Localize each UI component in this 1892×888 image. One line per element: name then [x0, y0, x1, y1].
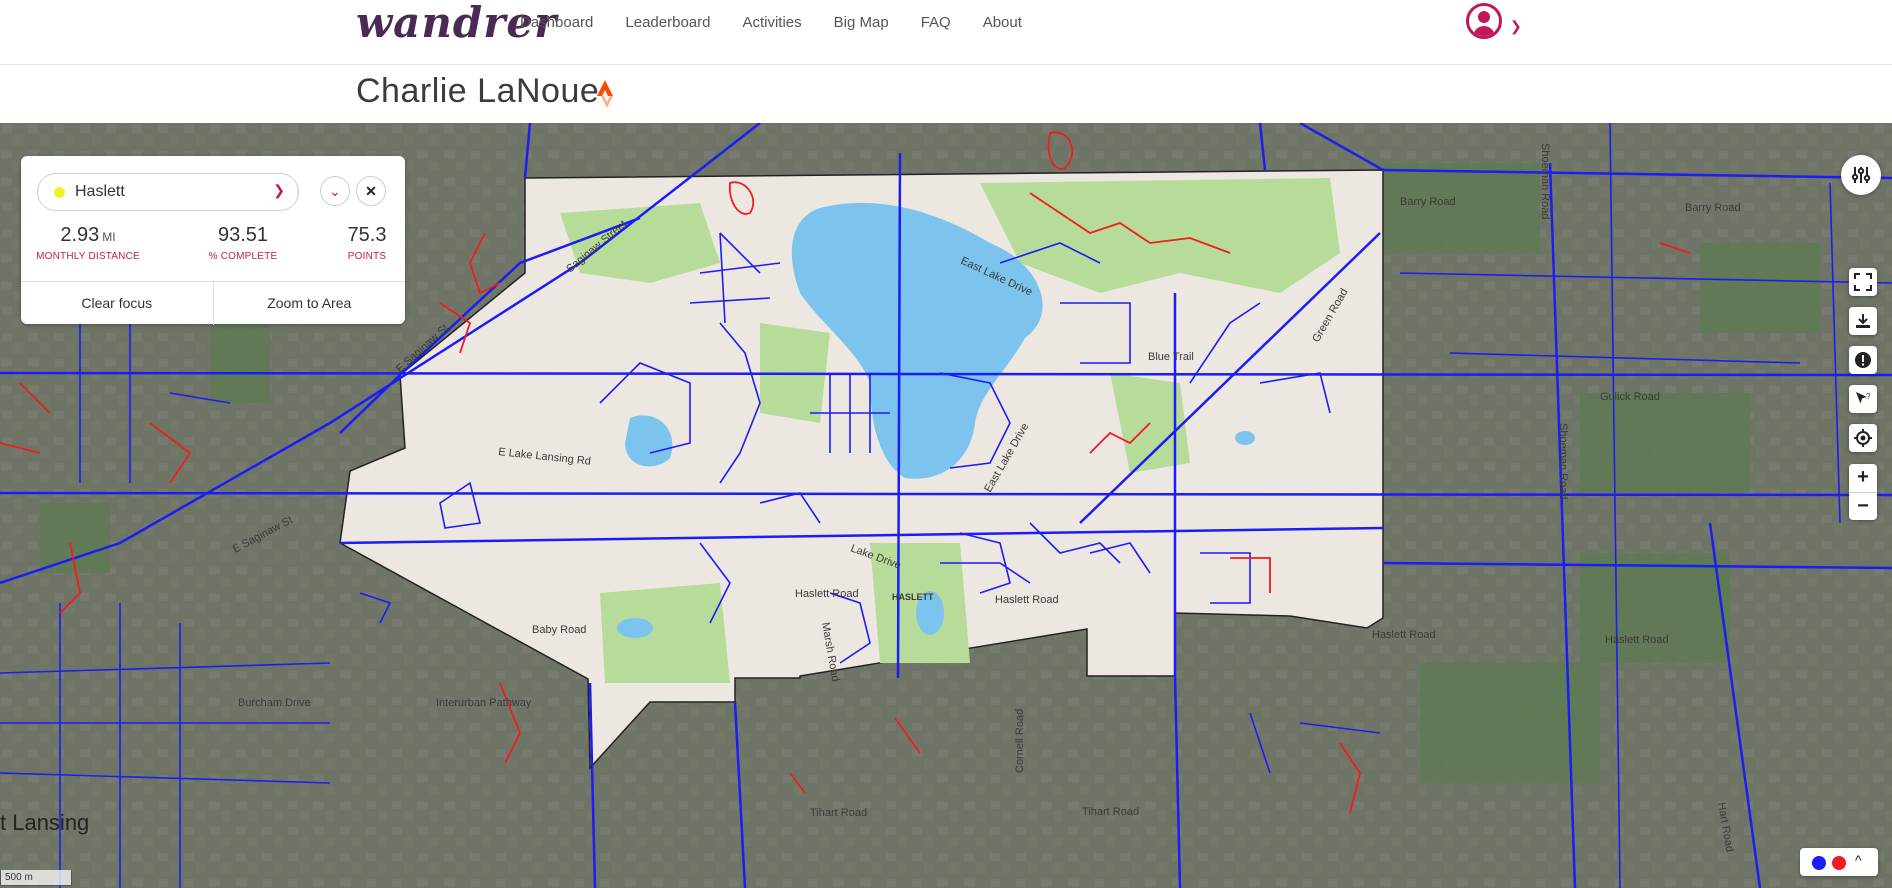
label-haslett-road-4: Haslett Road [1605, 634, 1669, 646]
nav-leaderboard[interactable]: Leaderboard [625, 14, 710, 31]
strava-icon[interactable] [596, 80, 620, 110]
label-gulick-road: Gulick Road [1600, 391, 1660, 403]
area-select-dropdown[interactable]: Haslett ❯ [37, 173, 299, 211]
label-interurban-pathway: Interurban Pathway [436, 697, 532, 709]
percent-complete-value: 93.51 [217, 224, 269, 246]
area-color-dot [54, 187, 65, 198]
locate-icon [1854, 429, 1872, 447]
nav-about[interactable]: About [983, 14, 1022, 31]
minus-icon: − [1857, 494, 1869, 517]
cursor-question-icon: ? [1856, 392, 1871, 404]
label-shoeman-road-2: Shoeman Road [1539, 143, 1551, 219]
nav-big-map[interactable]: Big Map [834, 14, 889, 31]
main-nav: Dashboard Leaderboard Activities Big Map… [520, 14, 1022, 31]
locate-button[interactable] [1849, 424, 1877, 452]
close-panel-button[interactable]: ✕ [356, 176, 386, 206]
traveled-color-dot [1812, 856, 1826, 870]
monthly-distance-unit: MI [102, 230, 116, 244]
label-burcham-drive: Burcham Drive [238, 697, 311, 709]
select-tool-button[interactable]: ? [1849, 385, 1877, 413]
account-chevron-down-icon[interactable]: ❯ [1510, 18, 1522, 35]
svg-text:?: ? [1866, 392, 1871, 401]
monthly-distance-label: MONTHLY DISTANCE [36, 251, 140, 262]
zoom-out-button[interactable]: − [1849, 493, 1877, 521]
area-focus-panel: Haslett ❯ ⌄ ✕ 2.93 MI MONTHLY DISTANCE 93… [21, 156, 405, 325]
label-barry-road-2: Barry Road [1685, 202, 1741, 214]
sliders-icon [1851, 167, 1871, 183]
stat-percent-complete: 93.51 % COMPLETE [193, 224, 293, 262]
label-haslett-road-3: Haslett Road [1372, 629, 1436, 641]
chevron-down-icon: ⌄ [329, 183, 341, 199]
plus-icon: + [1857, 466, 1869, 489]
fullscreen-button[interactable] [1849, 268, 1877, 296]
fullscreen-icon [1854, 273, 1872, 291]
label-haslett-road: Haslett Road [795, 588, 859, 600]
chevron-down-icon: ❯ [273, 182, 285, 198]
label-cornell-road: Cornell Road [1014, 709, 1026, 773]
map-scale: 500 m [0, 870, 72, 886]
account-avatar-icon[interactable] [1466, 3, 1502, 39]
label-shoeman-road: Shoeman Road [1557, 423, 1569, 499]
top-navbar: wandrer Dashboard Leaderboard Activities… [0, 0, 1892, 65]
stat-monthly-distance: 2.93 MI MONTHLY DISTANCE [33, 224, 143, 262]
label-baby-road: Baby Road [532, 624, 586, 636]
nav-dashboard[interactable]: Dashboard [520, 14, 593, 31]
close-icon: ✕ [365, 183, 377, 199]
label-tihart-road-2: Tihart Road [1082, 806, 1139, 818]
title-bar [0, 65, 1892, 123]
label-haslett-road-2: Haslett Road [995, 594, 1059, 606]
untraveled-color-dot [1832, 856, 1846, 870]
panel-actions: Clear focus Zoom to Area [21, 281, 405, 325]
expand-button[interactable]: ⌄ [320, 176, 350, 206]
alert-button[interactable] [1849, 346, 1877, 374]
label-blue-trail: Blue Trail [1148, 351, 1194, 363]
label-tihart-road: Tihart Road [810, 807, 867, 819]
chevron-up-icon[interactable]: ^ [1855, 852, 1862, 868]
points-value: 75.3 [347, 224, 387, 246]
legend-control[interactable]: ^ [1800, 848, 1878, 876]
stat-points: 75.3 POINTS [337, 224, 397, 262]
percent-complete-label: % COMPLETE [208, 251, 278, 262]
map-settings-button[interactable] [1841, 155, 1881, 195]
download-button[interactable] [1849, 307, 1877, 335]
download-icon [1856, 314, 1870, 328]
zoom-in-button[interactable]: + [1849, 464, 1877, 493]
nav-faq[interactable]: FAQ [921, 14, 951, 31]
zoom-control: + − [1849, 464, 1877, 520]
label-haslett-town: HASLETT [892, 592, 934, 602]
nav-activities[interactable]: Activities [742, 14, 801, 31]
label-lansing: t Lansing [0, 810, 89, 835]
points-label: POINTS [347, 251, 387, 262]
page-title: Charlie LaNoue [356, 72, 600, 110]
zoom-to-area-button[interactable]: Zoom to Area [214, 282, 406, 325]
monthly-distance-value: 2.93 [60, 224, 100, 246]
exclamation-icon [1855, 352, 1871, 368]
area-name: Haslett [75, 183, 125, 200]
clear-focus-button[interactable]: Clear focus [21, 282, 214, 325]
label-barry-road: Barry Road [1400, 196, 1456, 208]
